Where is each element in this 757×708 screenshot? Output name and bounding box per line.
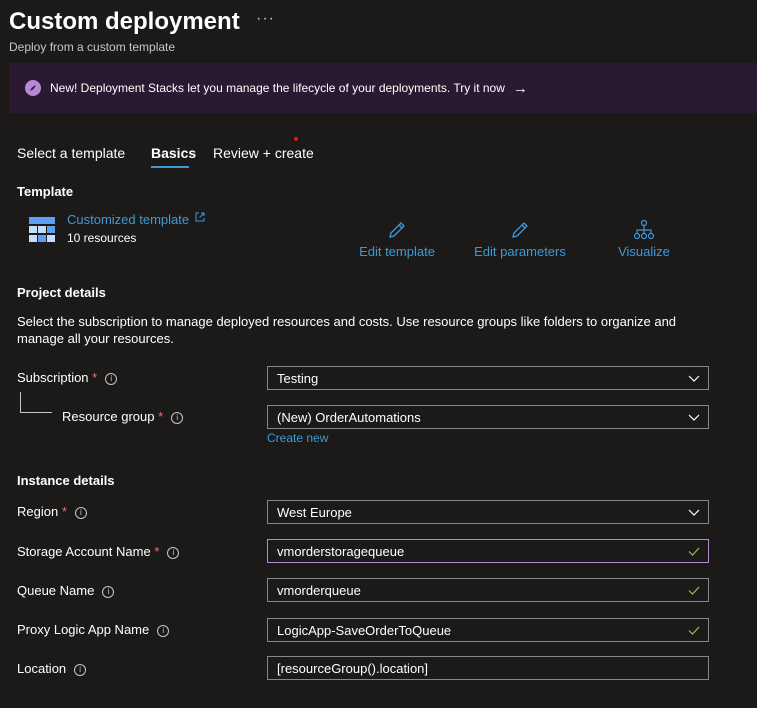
- location-label-text: Location: [17, 661, 67, 676]
- storage-account-label-text: Storage Account Name: [17, 544, 151, 559]
- customized-template-link[interactable]: Customized template: [67, 212, 205, 227]
- pencil-icon: [512, 222, 528, 238]
- resource-count: 10 resources: [67, 231, 137, 245]
- template-heading: Template: [17, 184, 74, 199]
- location-label: Location i: [17, 661, 87, 676]
- deployment-stacks-banner[interactable]: New! Deployment Stacks let you manage th…: [9, 63, 757, 113]
- validation-dot: [294, 137, 298, 141]
- project-details-description: Select the subscription to manage deploy…: [17, 314, 677, 346]
- chevron-down-icon: [680, 406, 708, 428]
- checkmark-icon: [680, 540, 708, 562]
- resource-group-label-text: Resource group: [62, 409, 155, 424]
- tree-connector: [20, 412, 52, 413]
- edit-template-label: Edit template: [359, 244, 435, 259]
- external-link-icon: [195, 212, 205, 222]
- subscription-value: Testing: [277, 370, 319, 386]
- active-tab-indicator: [151, 166, 189, 168]
- queue-name-input[interactable]: vmorderqueue: [267, 578, 709, 602]
- proxy-logic-app-input[interactable]: LogicApp-SaveOrderToQueue: [267, 618, 709, 642]
- create-new-link[interactable]: Create new: [267, 431, 328, 445]
- tab-select-template[interactable]: Select a template: [17, 145, 125, 161]
- chevron-down-icon: [680, 367, 708, 389]
- queue-name-label-text: Queue Name: [17, 583, 95, 598]
- storage-account-label: Storage Account Name * i: [17, 544, 180, 559]
- tree-connector: [20, 392, 21, 412]
- queue-name-value: vmorderqueue: [277, 582, 361, 598]
- proxy-logic-app-label-text: Proxy Logic App Name: [17, 622, 150, 637]
- edit-parameters-label: Edit parameters: [474, 244, 566, 259]
- subscription-label: Subscription * i: [17, 370, 118, 385]
- banner-text: New! Deployment Stacks let you manage th…: [50, 81, 505, 95]
- project-details-heading: Project details: [17, 285, 106, 300]
- checkmark-icon: [680, 579, 708, 601]
- required-asterisk: *: [154, 544, 160, 559]
- visualize-button[interactable]: Visualize: [609, 219, 679, 259]
- location-input[interactable]: [resourceGroup().location]: [267, 656, 709, 680]
- storage-account-value: vmorderstoragequeue: [277, 543, 405, 559]
- subscription-dropdown[interactable]: Testing: [267, 366, 709, 390]
- edit-parameters-button[interactable]: Edit parameters: [470, 219, 570, 259]
- checkmark-icon: [680, 619, 708, 641]
- required-asterisk: *: [61, 504, 67, 519]
- instance-details-heading: Instance details: [17, 473, 115, 488]
- hierarchy-icon: [633, 219, 655, 240]
- template-icon: [28, 216, 56, 244]
- info-icon[interactable]: i: [74, 663, 87, 676]
- required-asterisk: *: [92, 370, 98, 385]
- info-icon[interactable]: i: [157, 624, 170, 637]
- info-icon[interactable]: i: [167, 546, 180, 559]
- visualize-label: Visualize: [618, 244, 670, 259]
- queue-name-label: Queue Name i: [17, 583, 115, 598]
- proxy-logic-app-value: LogicApp-SaveOrderToQueue: [277, 622, 452, 638]
- pencil-icon: [389, 222, 405, 238]
- storage-account-input[interactable]: vmorderstoragequeue: [267, 539, 709, 563]
- region-label: Region * i: [17, 504, 87, 519]
- region-value: West Europe: [277, 504, 352, 520]
- arrow-right-icon[interactable]: →: [513, 80, 528, 97]
- required-asterisk: *: [158, 409, 164, 424]
- resource-group-value: (New) OrderAutomations: [277, 409, 421, 425]
- info-icon[interactable]: i: [105, 372, 118, 385]
- proxy-logic-app-label: Proxy Logic App Name i: [17, 622, 170, 637]
- info-icon[interactable]: i: [102, 585, 115, 598]
- customized-template-label: Customized template: [67, 212, 190, 227]
- resource-group-label: Resource group * i: [62, 409, 184, 424]
- more-options-button[interactable]: ···: [256, 10, 275, 28]
- location-value: [resourceGroup().location]: [277, 660, 429, 676]
- info-icon[interactable]: i: [74, 506, 87, 519]
- info-icon[interactable]: i: [171, 411, 184, 424]
- region-dropdown[interactable]: West Europe: [267, 500, 709, 524]
- page-title: Custom deployment: [9, 8, 240, 35]
- tab-review-create[interactable]: Review + create: [213, 145, 314, 161]
- resource-group-dropdown[interactable]: (New) OrderAutomations: [267, 405, 709, 429]
- page-subtitle: Deploy from a custom template: [9, 40, 176, 54]
- rocket-icon: [25, 80, 41, 96]
- edit-template-button[interactable]: Edit template: [352, 219, 442, 259]
- subscription-label-text: Subscription: [17, 370, 89, 385]
- chevron-down-icon: [680, 501, 708, 523]
- tab-basics[interactable]: Basics: [151, 145, 196, 161]
- region-label-text: Region: [17, 504, 59, 519]
